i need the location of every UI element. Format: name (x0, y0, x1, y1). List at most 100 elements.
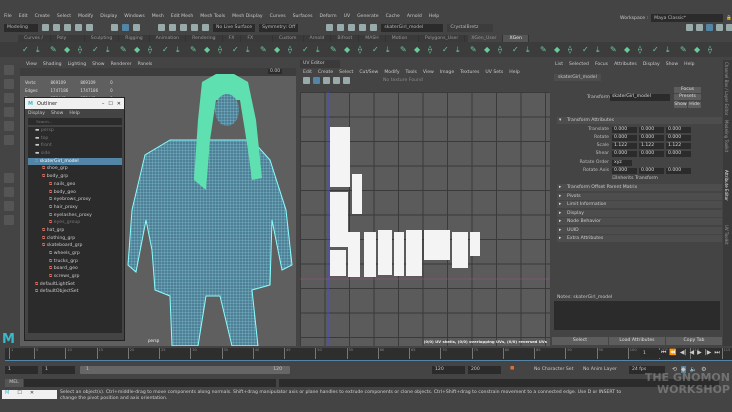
ipr-render-icon[interactable] (337, 24, 345, 31)
shelf-tab[interactable]: XGen (503, 35, 529, 42)
shelf-tool-icon[interactable]: ◆ (414, 45, 423, 54)
rotate-axis-y[interactable]: 0.000 (639, 167, 664, 174)
snap-curve-icon[interactable] (169, 24, 176, 31)
collapsed-section[interactable]: UUID (557, 226, 722, 234)
uv-menu-view[interactable]: View (423, 70, 434, 75)
rotate-x-field[interactable]: 0.000 (612, 134, 637, 141)
scale-y-field[interactable]: 1.122 (639, 142, 664, 149)
lasso-tool-icon[interactable] (4, 79, 14, 89)
menu-mesh[interactable]: Mesh (152, 14, 164, 19)
shelf-tool-icon[interactable]: ⤓ (596, 45, 605, 54)
side-tab-2[interactable]: Attribute Editor (724, 170, 729, 201)
maximize-icon[interactable]: ☐ (108, 101, 112, 107)
shelf-tool-icon[interactable]: ✎ (610, 45, 619, 54)
minimize-icon[interactable]: – (102, 101, 105, 107)
uv-menu-tools[interactable]: Tools (406, 70, 417, 75)
shelf-tool-icon[interactable]: ✎ (330, 45, 339, 54)
outliner-search-input[interactable] (28, 118, 122, 125)
outliner-menu-help[interactable]: Help (69, 111, 79, 116)
rotate-order-dropdown[interactable]: xyz (612, 159, 632, 166)
menu-create[interactable]: Create (35, 14, 50, 19)
outliner-item[interactable]: ⧉ trucks_grp (28, 258, 122, 266)
symmetry-dropdown[interactable]: Symmetry: Off (259, 23, 299, 32)
live-surface-field[interactable]: No Live Surface (213, 23, 256, 32)
range-start-handle[interactable]: 1 (86, 367, 89, 372)
outliner-item[interactable]: ⧉ body_grp (28, 173, 122, 181)
shelf-tool-icon[interactable]: ⟠ (638, 45, 647, 54)
uv-tool-icon[interactable] (313, 77, 320, 84)
rotate-tool-icon[interactable] (4, 121, 14, 131)
uv-editor-tab[interactable]: UV Editor (300, 60, 340, 68)
select-component-icon[interactable] (133, 24, 140, 31)
notes-field[interactable]: Notes: skaterGirl_model (554, 294, 720, 330)
shelf-tab[interactable]: XGen_User (465, 35, 504, 42)
outliner-item[interactable]: ⧉ eyes_group (28, 219, 122, 227)
menu-surfaces[interactable]: Surfaces (293, 14, 313, 19)
shelf-tool-icon[interactable]: ⤓ (666, 45, 675, 54)
uv-menu-modify[interactable]: Modify (384, 70, 399, 75)
shelf-tool-icon[interactable]: ⟠ (498, 45, 507, 54)
ae-menu-attributes[interactable]: Attributes (614, 62, 637, 67)
lock-icon[interactable]: 🔒 (726, 16, 732, 21)
shelf-tool-icon[interactable]: ⟠ (78, 45, 87, 54)
shelf-tool-icon[interactable]: ⟠ (428, 45, 437, 54)
range-slider[interactable]: 1 120 (80, 366, 290, 374)
outliner-item[interactable]: ⧉ board_geo (28, 265, 122, 273)
move-tool-icon[interactable] (4, 107, 14, 117)
snap-point-icon[interactable] (180, 24, 187, 31)
step-forward-icon[interactable]: |▶ (705, 349, 712, 357)
outliner-item[interactable]: ⧉ clothing_grp (28, 235, 122, 243)
menu-display[interactable]: Display (100, 14, 117, 19)
menu-edit[interactable]: Edit (19, 14, 28, 19)
menu-uv[interactable]: UV (344, 14, 351, 19)
shelf-tool-icon[interactable]: ✎ (190, 45, 199, 54)
shelf-tab[interactable]: Curves / Surfaces (18, 35, 51, 48)
open-scene-icon[interactable] (53, 24, 60, 31)
menu-cache[interactable]: Cache (386, 14, 400, 19)
shelf-tool-icon[interactable]: ✎ (540, 45, 549, 54)
play-forward-icon[interactable]: ▶ (697, 349, 702, 357)
menu-generate[interactable]: Generate (357, 14, 378, 19)
shelf-tool-icon[interactable]: ◆ (554, 45, 563, 54)
anim-layer-dropdown[interactable]: No Anim Layer (583, 367, 617, 372)
shelf-tool-icon[interactable]: ✓ (372, 45, 381, 54)
collapsed-section[interactable]: Extra Attributes (557, 235, 722, 242)
shelf-tool-icon[interactable]: ✓ (232, 45, 241, 54)
outliner-item[interactable]: ⧉ eyebrows_proxy (28, 196, 122, 204)
uv-tool-icon[interactable] (333, 77, 340, 84)
user-account-dropdown[interactable]: CrystalBretz (447, 23, 494, 32)
side-by-side-icon[interactable] (4, 201, 14, 211)
menu-deform[interactable]: Deform (320, 14, 337, 19)
outliner-item[interactable]: ⧉ skateboard_grp (28, 242, 122, 250)
layout-icon[interactable] (716, 24, 723, 31)
shelf-tool-icon[interactable]: ✎ (260, 45, 269, 54)
ae-menu-list[interactable]: List (555, 62, 563, 67)
menu-arnold[interactable]: Arnold (407, 14, 422, 19)
shelf-tab[interactable]: Poly Modeling (51, 35, 85, 48)
shelf-tool-icon[interactable]: ⟠ (708, 45, 717, 54)
outliner-item[interactable]: ⧉ hair_proxy (28, 204, 122, 212)
scale-tool-icon[interactable] (4, 135, 14, 145)
menu-curves[interactable]: Curves (270, 14, 286, 19)
menu-select[interactable]: Select (57, 14, 71, 19)
shelf-tool-icon[interactable]: ◆ (64, 45, 73, 54)
menu-edit-mesh[interactable]: Edit Mesh (171, 14, 193, 19)
collapsed-section[interactable]: Pivots (557, 192, 722, 200)
shelf-tool-icon[interactable]: ⤓ (386, 45, 395, 54)
scale-z-field[interactable]: 1.122 (666, 142, 691, 149)
select-object-icon[interactable] (122, 24, 129, 31)
outliner-item[interactable]: ⧉ nails_geo (28, 181, 122, 189)
uv-menu-uv-sets[interactable]: UV Sets (485, 70, 503, 75)
hide-button[interactable]: Hide (688, 102, 701, 108)
texture-field[interactable]: No texture Found (383, 78, 423, 83)
range-end-handle[interactable]: 120 (273, 367, 282, 372)
redo-icon[interactable] (86, 24, 93, 31)
save-scene-icon[interactable] (64, 24, 71, 31)
outliner-item[interactable]: ▬ front (28, 142, 122, 150)
menu-modify[interactable]: Modify (78, 14, 93, 19)
outliner-item[interactable]: ⧉ screws_grp (28, 273, 122, 281)
workspace-dropdown[interactable]: Maya Classic* (651, 14, 724, 22)
time-slider[interactable]: 1 5 10 15 20 25 30 35 40 45 50 55 60 65 70 75 80 85 90 95 10… (5, 348, 732, 361)
shelf-tool-icon[interactable]: ⤓ (526, 45, 535, 54)
uv-tool-icon[interactable] (343, 77, 350, 84)
